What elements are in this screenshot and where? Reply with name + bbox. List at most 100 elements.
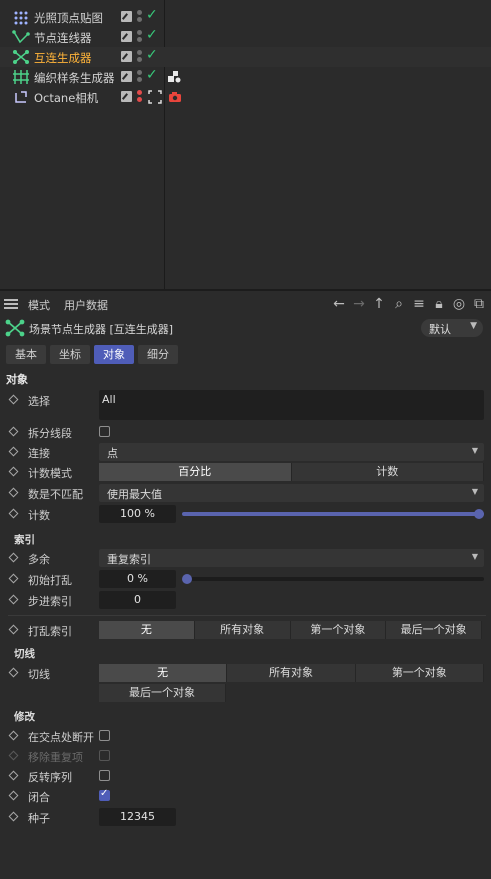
cut-segmented-row1: 无 所有对象 第一个对象 [99,664,484,682]
object-row-interconnect-generator[interactable]: 互连生成器 ✓ [0,47,491,67]
cut-segmented-row2: 最后一个对象 [99,684,226,702]
menu-user-data[interactable]: 用户数据 [64,297,108,313]
shuffle-index-first[interactable]: 第一个对象 [290,621,387,639]
enabled-check-icon[interactable]: ✓ [146,7,158,23]
animate-diamond-icon[interactable] [8,446,19,457]
animate-diamond-icon[interactable] [8,394,19,405]
step-index-input[interactable]: 0 [99,591,176,609]
animate-diamond-icon[interactable] [8,466,19,477]
object-name[interactable]: 互连生成器 [34,50,92,66]
animate-diamond-icon[interactable] [8,426,19,437]
arrow-right-icon[interactable]: → [351,296,367,312]
object-name[interactable]: 编织样条生成器 [34,70,115,86]
animate-diamond-icon[interactable] [8,811,19,822]
interconnect-generator-icon [5,319,25,337]
slider-knob[interactable] [474,509,484,519]
octane-camera-object-icon [15,91,27,103]
object-row-weave-spline-generator[interactable]: 编织样条生成器 ✓ [0,67,491,87]
initial-shuffle-input[interactable]: 0 % [99,570,176,588]
slider-knob[interactable] [182,574,192,584]
object-name[interactable]: Octane相机 [34,90,98,106]
split-segments-checkbox[interactable] [99,426,110,437]
visibility-dots[interactable] [137,8,143,26]
close-checkbox[interactable] [99,788,110,801]
target-icon[interactable]: ◎ [451,296,467,312]
visibility-dots[interactable] [137,28,143,46]
section-object: 对象 [6,373,28,386]
initial-shuffle-slider[interactable] [182,574,484,584]
edit-toggle-icon[interactable] [121,91,132,102]
tab-object[interactable]: 对象 [94,345,134,364]
cut-last[interactable]: 最后一个对象 [99,684,226,702]
object-row-light-vertex-map[interactable]: 光照顶点贴图 ✓ [0,7,491,27]
new-window-icon[interactable]: ⧉ [471,296,487,312]
preset-dropdown[interactable]: 默认 ▼ [421,319,483,337]
animate-diamond-icon[interactable] [8,487,19,498]
preset-label: 默认 [429,323,451,336]
animate-diamond-icon[interactable] [8,730,19,741]
shuffle-index-none[interactable]: 无 [99,621,195,639]
enabled-check-icon[interactable]: ✓ [146,27,158,43]
connect-dropdown[interactable]: 点 ▼ [99,443,484,461]
edit-toggle-icon[interactable] [121,11,132,22]
count-mode-segmented: 百分比 计数 [99,463,484,481]
count-mode-percent[interactable]: 百分比 [99,463,292,481]
count-mode-count[interactable]: 计数 [291,463,484,481]
cut-first[interactable]: 第一个对象 [355,664,484,682]
arrow-left-icon[interactable]: ← [331,296,347,312]
param-label: 计数 [28,509,50,522]
filter-icon[interactable]: ≡ [411,296,427,312]
search-icon[interactable]: ⌕ [391,296,407,312]
param-seed: 种子 [0,807,491,827]
node-connector-icon [12,30,30,44]
edit-toggle-icon[interactable] [121,31,132,42]
reverse-checkbox[interactable] [99,770,110,781]
edit-toggle-icon[interactable] [121,51,132,62]
visibility-dots[interactable] [137,88,143,106]
octane-camera-tag-icon[interactable] [168,90,182,104]
visibility-dots[interactable] [137,68,143,86]
tab-basic[interactable]: 基本 [6,345,46,364]
mismatch-dropdown[interactable]: 使用最大值 ▼ [99,484,484,502]
object-row-octane-camera[interactable]: Octane相机 [0,87,491,107]
count-input[interactable]: 100 % [99,505,176,523]
object-name[interactable]: 节点连线器 [34,30,92,46]
param-label: 打乱索引 [28,625,72,638]
selection-field[interactable]: All [99,390,484,420]
menu-mode[interactable]: 模式 [28,297,50,313]
frame-icon[interactable] [148,90,162,104]
cut-all[interactable]: 所有对象 [227,664,356,682]
animate-diamond-icon[interactable] [8,667,19,678]
edit-toggle-icon[interactable] [121,71,132,82]
weave-spline-icon [13,70,29,84]
break-at-nodes-checkbox[interactable] [99,730,110,741]
lock-icon[interactable]: 🔒︎ [431,296,447,312]
cut-none[interactable]: 无 [99,664,228,682]
seed-input[interactable]: 12345 [99,808,176,826]
param-close: 闭合 [0,786,491,806]
tab-coord[interactable]: 坐标 [50,345,90,364]
tab-subdivision[interactable]: 细分 [138,345,178,364]
animate-diamond-icon[interactable] [8,552,19,563]
shuffle-index-last[interactable]: 最后一个对象 [386,621,482,639]
param-label: 步进索引 [28,595,72,608]
scene-node-tag-icon[interactable] [167,70,181,84]
animate-diamond-icon[interactable] [8,573,19,584]
object-name[interactable]: 光照顶点贴图 [34,10,103,26]
arrow-up-icon[interactable]: ↑ [371,296,387,312]
animate-diamond-icon[interactable] [8,624,19,635]
redundant-dropdown[interactable]: 重复索引 ▼ [99,549,484,567]
menu-icon[interactable] [4,299,18,309]
animate-diamond-icon[interactable] [8,594,19,605]
enabled-check-icon[interactable]: ✓ [146,47,158,63]
object-row-node-connector[interactable]: 节点连线器 ✓ [0,27,491,47]
visibility-dots[interactable] [137,48,143,66]
animate-diamond-icon[interactable] [8,790,19,801]
shuffle-index-all[interactable]: 所有对象 [194,621,291,639]
param-label: 移除重复项 [28,751,83,764]
param-reverse: 反转序列 [0,766,491,786]
animate-diamond-icon[interactable] [8,770,19,781]
animate-diamond-icon[interactable] [8,508,19,519]
enabled-check-icon[interactable]: ✓ [146,67,158,83]
count-slider[interactable] [182,509,484,519]
